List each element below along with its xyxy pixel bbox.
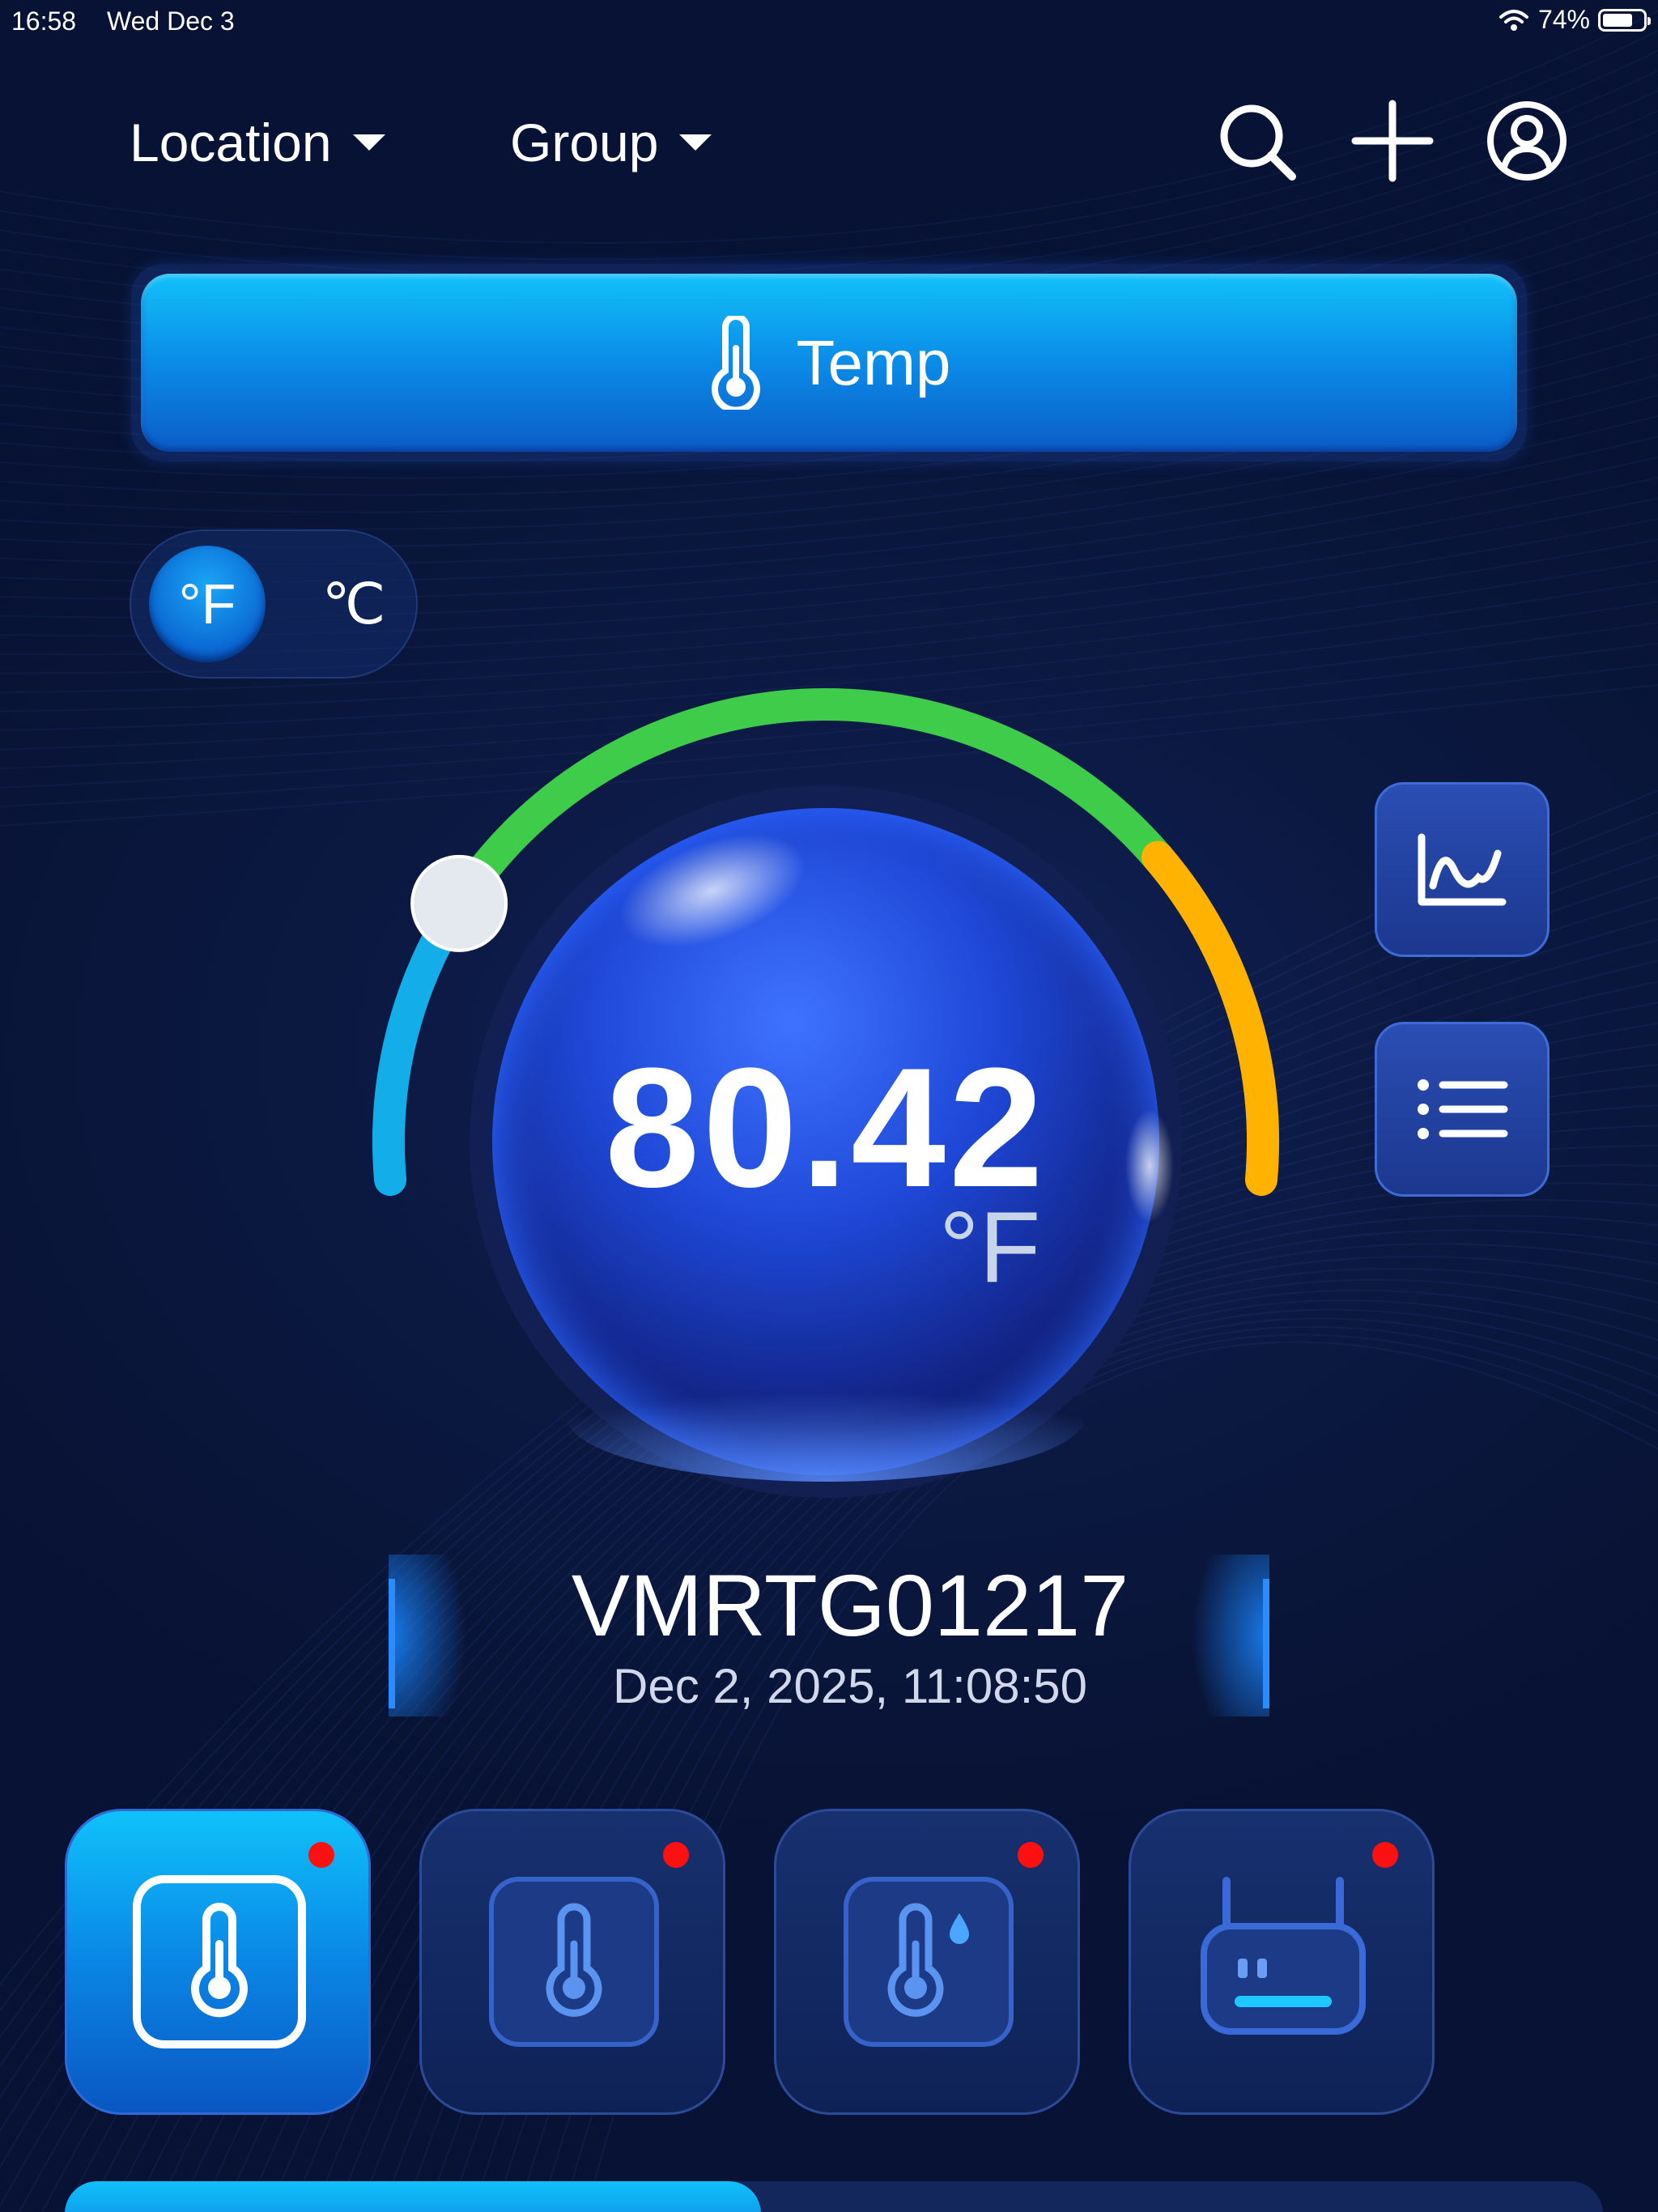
thermometer-icon — [133, 1875, 306, 2048]
location-dropdown[interactable]: Location — [130, 112, 385, 173]
alert-dot — [1372, 1842, 1398, 1868]
device-tab-temp[interactable] — [65, 1809, 371, 2115]
thermometer-humidity-icon — [844, 1877, 1014, 2047]
list-icon — [1418, 1079, 1508, 1139]
chevron-down-icon — [352, 134, 385, 151]
group-label: Group — [510, 113, 659, 172]
status-time: 16:58 — [11, 6, 77, 36]
temperature-unit: °F — [939, 1192, 1041, 1304]
alert-dot — [1018, 1842, 1044, 1868]
app-screen: 16:58 Wed Dec 3 74% Location Group Temp … — [0, 0, 1658, 2212]
temp-banner-label: Temp — [796, 326, 951, 398]
fahrenheit-option[interactable]: °F — [149, 546, 266, 662]
thermometer-icon — [489, 1877, 659, 2047]
device-tab-gateway[interactable] — [1129, 1809, 1435, 2115]
thermometer-icon — [711, 316, 760, 410]
status-right: 74% — [1498, 5, 1651, 35]
search-icon[interactable] — [1214, 99, 1299, 183]
plus-icon[interactable] — [1350, 99, 1435, 183]
alert-dot — [663, 1842, 689, 1868]
gauge-slider-knob[interactable] — [410, 854, 508, 952]
device-id: VMRTG01217 — [571, 1556, 1129, 1654]
status-date: Wed Dec 3 — [107, 6, 235, 36]
temp-banner-button[interactable]: Temp — [141, 274, 1517, 452]
group-dropdown[interactable]: Group — [510, 112, 712, 173]
user-icon[interactable] — [1485, 99, 1569, 183]
gauge-orb-bottom-glow — [567, 1352, 1085, 1482]
line-chart-icon — [1418, 833, 1507, 906]
device-tab-temp-sensor[interactable] — [419, 1809, 725, 2115]
battery-percent: 74% — [1537, 5, 1590, 34]
battery-fill — [1603, 13, 1632, 27]
status-bar: 16:58 Wed Dec 3 74% — [0, 0, 1658, 44]
list-button[interactable] — [1375, 1022, 1550, 1197]
wifi-icon — [1499, 9, 1528, 31]
chart-button[interactable] — [1375, 782, 1550, 957]
device-tab-temp-humidity[interactable] — [774, 1809, 1080, 2115]
battery-icon — [1598, 8, 1651, 32]
gauge-orb-side-highlight — [1125, 1109, 1174, 1223]
bottom-bar-active[interactable] — [65, 2181, 761, 2212]
alert-dot — [308, 1842, 334, 1868]
unit-toggle: °F ℃ — [130, 530, 418, 678]
celsius-option[interactable]: ℃ — [301, 546, 406, 662]
gateway-router-icon — [1201, 1877, 1366, 2035]
device-timestamp: Dec 2, 2025, 11:08:50 — [613, 1659, 1087, 1713]
location-label: Location — [130, 113, 332, 172]
chevron-down-icon — [679, 134, 712, 151]
